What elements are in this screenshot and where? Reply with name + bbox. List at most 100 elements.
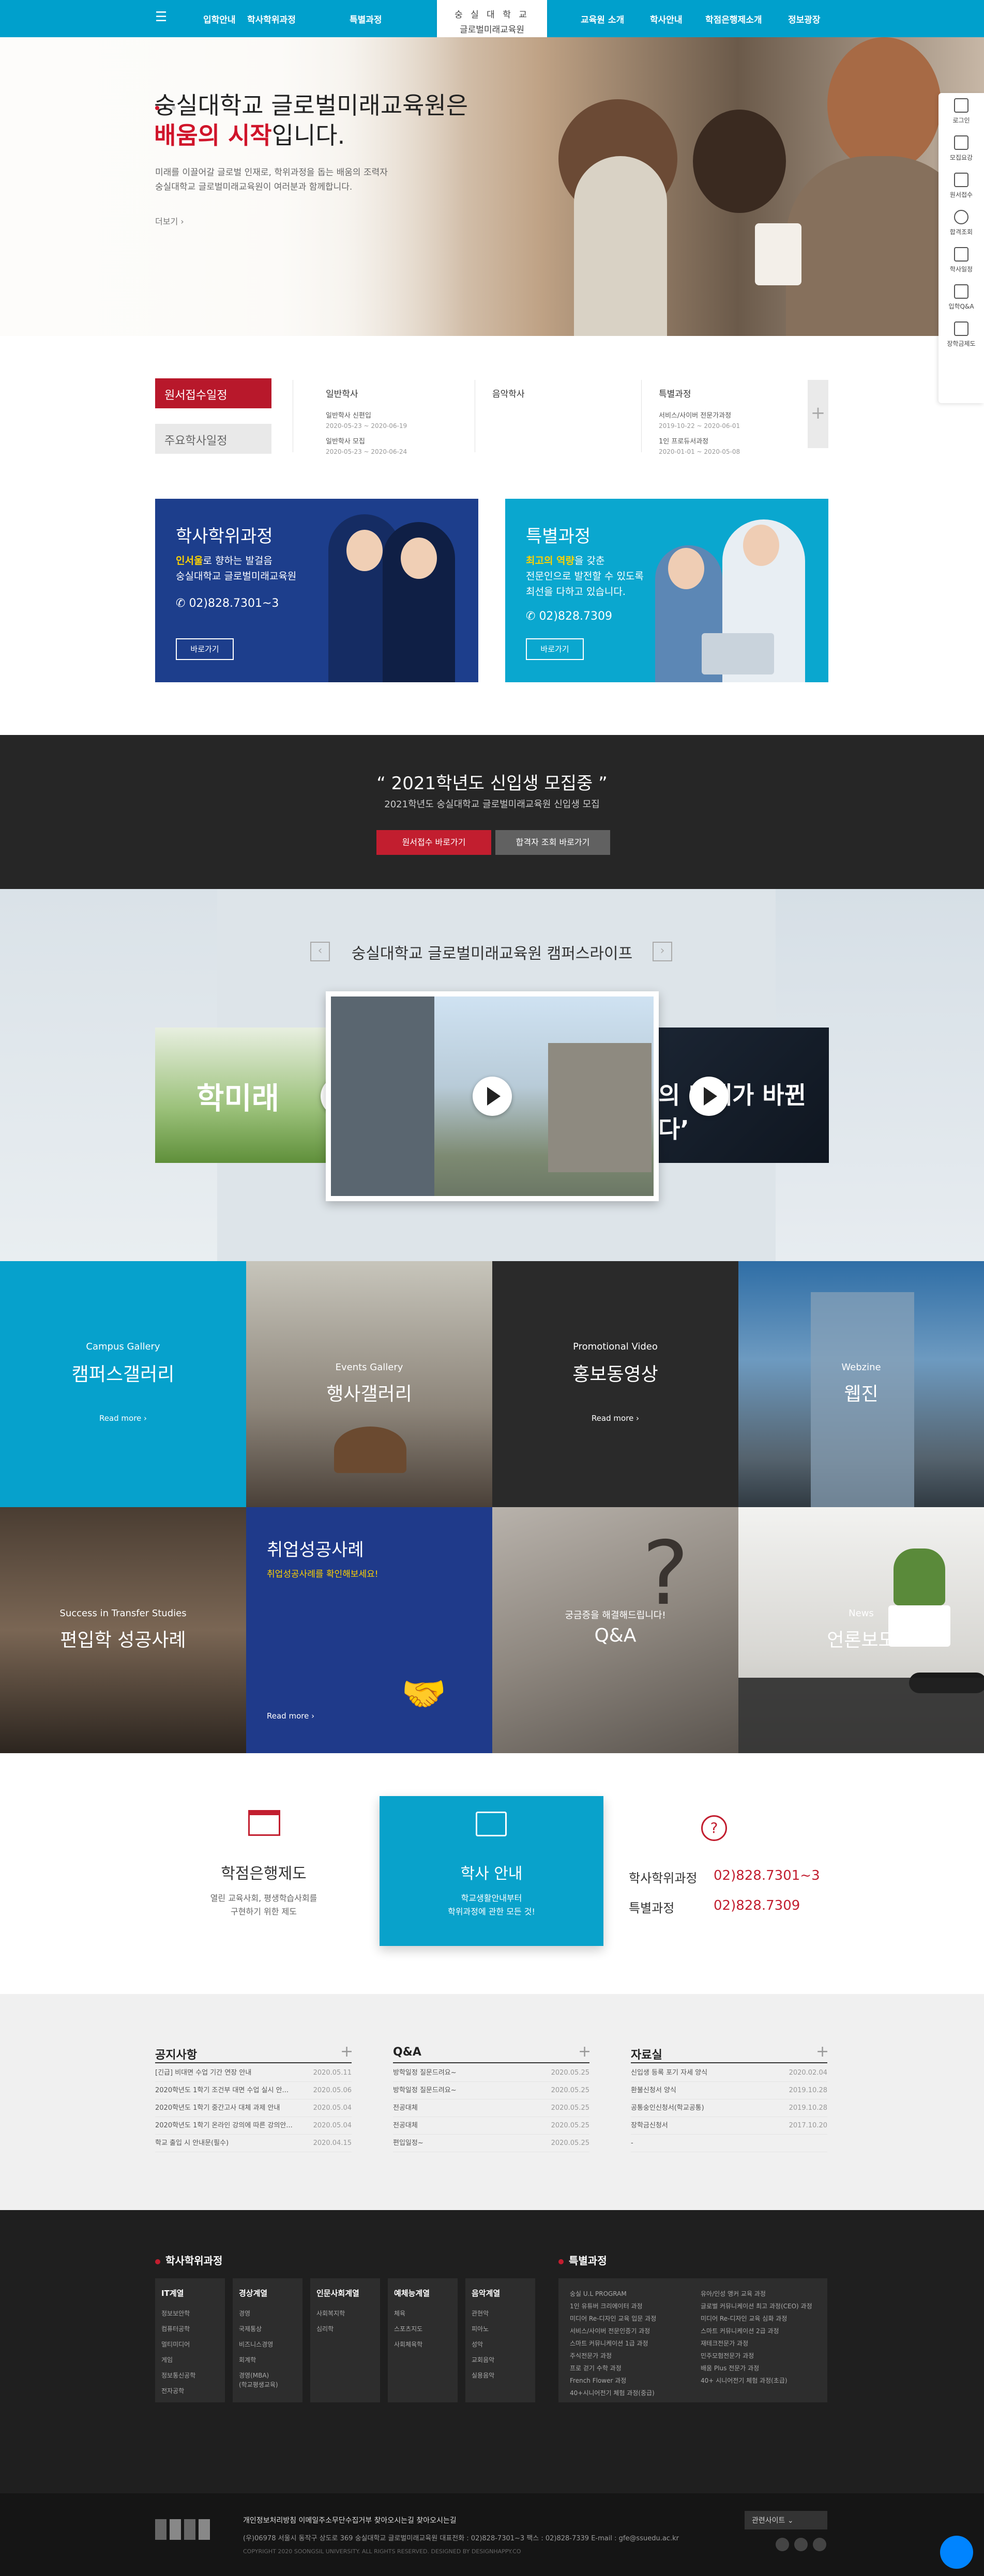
board-row-title[interactable]: [긴급] 비대면 수업 기간 연장 안내 bbox=[155, 2064, 251, 2081]
schedule-item[interactable]: 서비스/사이버 전문가과정 bbox=[659, 411, 804, 421]
tab-academic-schedule[interactable]: 주요학사일정 bbox=[155, 424, 271, 454]
schedule-item[interactable]: 1인 프로듀서과정 bbox=[659, 437, 804, 447]
board-notice-title[interactable]: 공지사항 bbox=[155, 2046, 197, 2062]
tile-webzine[interactable]: Webzine 웹진 bbox=[738, 1261, 984, 1507]
board-row[interactable]: 방학일정 질문드려요~ 2020.05.25 bbox=[393, 2082, 589, 2099]
tile-transfer-success[interactable]: Success in Transfer Studies 편입학 성공사례 bbox=[0, 1507, 246, 1753]
sitemap-link[interactable]: 미디어 Re-디자인 교육 심화 과정 bbox=[701, 2312, 816, 2325]
quick-scholarship[interactable]: 장학금제도 bbox=[938, 316, 984, 354]
card-go-button[interactable]: 바로가기 bbox=[526, 638, 584, 660]
sitemap-link[interactable]: 스마트 커뮤니케이션 1급 과정 bbox=[570, 2337, 685, 2350]
sitemap-link[interactable]: 40+ 시니어전기 체험 과정(초급) bbox=[701, 2374, 816, 2387]
nav-academic-info[interactable]: 학사안내 bbox=[650, 12, 683, 25]
board-row[interactable]: 2020학년도 1학기 조건부 대면 수업 실시 안... 2020.05.06 bbox=[155, 2082, 352, 2099]
card-bachelor-degree[interactable]: 학사학위과정 인서울로 향하는 발걸음 숭실대학교 글로벌미래교육원 ✆ 02)… bbox=[155, 499, 478, 682]
board-row[interactable]: 편입일정~ 2020.05.25 bbox=[393, 2135, 589, 2152]
sitemap-link[interactable]: (학교평생교육) bbox=[239, 2380, 296, 2389]
board-row-title[interactable]: - bbox=[631, 2135, 633, 2152]
blog-icon[interactable] bbox=[794, 2538, 808, 2551]
hamburger-menu-icon[interactable]: ☰ bbox=[155, 9, 171, 27]
sitemap-col-heading[interactable]: 경상계열 bbox=[239, 2288, 296, 2298]
nav-special-course[interactable]: 특별과정 bbox=[350, 12, 382, 25]
tile-promo-video[interactable]: Promotional Video 홍보동영상 Read more › bbox=[492, 1261, 738, 1507]
sitemap-link[interactable]: 미디어 Re-디자인 교육 입문 과정 bbox=[570, 2312, 685, 2325]
sitemap-link[interactable]: 피아노 bbox=[472, 2321, 529, 2337]
schedule-more-button[interactable]: + bbox=[808, 380, 828, 448]
sitemap-col-heading[interactable]: 예체능계열 bbox=[394, 2288, 451, 2298]
sitemap-link[interactable]: 성악 bbox=[472, 2337, 529, 2352]
board-row[interactable]: 방학일정 질문드려요~ 2020.05.25 bbox=[393, 2064, 589, 2082]
nav-about[interactable]: 교육원 소개 bbox=[581, 12, 624, 25]
tile-read-more[interactable]: Read more › bbox=[492, 1414, 738, 1423]
board-row[interactable]: [긴급] 비대면 수업 기간 연장 안내 2020.05.11 bbox=[155, 2064, 352, 2082]
board-row-title[interactable]: 장학금신청서 bbox=[631, 2117, 668, 2134]
board-notice-more-icon[interactable]: + bbox=[340, 2043, 353, 2061]
sitemap-link[interactable]: 실용음악 bbox=[472, 2368, 529, 2383]
tile-events-gallery[interactable]: Events Gallery 행사갤러리 bbox=[246, 1261, 492, 1507]
sitemap-link[interactable]: 1인 유튜버 크리에이터 과정 bbox=[570, 2300, 685, 2312]
nav-credit-bank[interactable]: 학점은행제소개 bbox=[705, 12, 762, 25]
sitemap-link[interactable]: 전자공학 bbox=[161, 2383, 219, 2399]
sitemap-link[interactable]: 서비스/사이버 전문인증기 과정 bbox=[570, 2325, 685, 2337]
board-row-title[interactable]: 방학일정 질문드려요~ bbox=[393, 2064, 457, 2081]
sitemap-link[interactable]: 숭실 U.L PROGRAM bbox=[570, 2288, 685, 2300]
board-row-title[interactable]: 2020학년도 1학기 온라인 강의에 따른 강의안... bbox=[155, 2117, 293, 2134]
board-row[interactable]: 공통숭인신청서(학교공통) 2019.10.28 bbox=[631, 2099, 827, 2117]
academic-guide-card[interactable]: 학사 안내 학교생활안내부터 학위과정에 관한 모든 것! bbox=[380, 1796, 603, 1946]
board-row[interactable]: 환불신청서 양식 2019.10.28 bbox=[631, 2082, 827, 2099]
sitemap-link[interactable]: French Flower 과정 bbox=[570, 2374, 685, 2387]
sitemap-link[interactable]: 경영 bbox=[239, 2306, 296, 2321]
sitemap-col-heading[interactable]: 음악계열 bbox=[472, 2288, 529, 2298]
tab-application-schedule[interactable]: 원서접수일정 bbox=[155, 378, 271, 408]
card-go-button[interactable]: 바로가기 bbox=[176, 638, 234, 660]
play-icon[interactable] bbox=[473, 1077, 512, 1116]
sitemap-link[interactable]: 40+시니어전기 체험 과정(중급) bbox=[570, 2387, 685, 2399]
card-special-course[interactable]: 특별과정 최고의 역량을 갖춘 전문인으로 발전할 수 있도록 최선을 다하고 … bbox=[505, 499, 828, 682]
board-row-title[interactable]: 전공대체 bbox=[393, 2099, 418, 2117]
sitemap-link[interactable]: 국제통상 bbox=[239, 2321, 296, 2337]
tile-campus-gallery[interactable]: Campus Gallery 캠퍼스갤러리 Read more › bbox=[0, 1261, 246, 1507]
board-row-title[interactable]: 방학일정 질문드려요~ bbox=[393, 2082, 457, 2099]
board-row[interactable]: 2020학년도 1학기 온라인 강의에 따른 강의안... 2020.05.04 bbox=[155, 2117, 352, 2135]
sitemap-link[interactable]: 멀티미디어 bbox=[161, 2337, 219, 2352]
schedule-item[interactable]: 일반학사 신편입 bbox=[326, 411, 471, 421]
board-qna-more-icon[interactable]: + bbox=[578, 2043, 591, 2061]
sitemap-link[interactable]: 정보통신공학 bbox=[161, 2368, 219, 2383]
video-thumbnail-center[interactable] bbox=[326, 991, 659, 1201]
check-result-button[interactable]: 합격자 조회 바로가기 bbox=[495, 830, 610, 855]
sitemap-link[interactable]: 비즈니스경영 bbox=[239, 2337, 296, 2352]
quick-schedule[interactable]: 학사일정 bbox=[938, 242, 984, 279]
sitemap-link[interactable]: 스포츠지도 bbox=[394, 2321, 451, 2337]
quick-login[interactable]: 로그인 bbox=[938, 93, 984, 130]
sitemap-link[interactable]: 회계학 bbox=[239, 2352, 296, 2368]
board-row[interactable]: 전공대체 2020.05.25 bbox=[393, 2117, 589, 2135]
sitemap-link[interactable]: 사회복지학 bbox=[316, 2306, 374, 2321]
sitemap-link[interactable]: 배움 Plus 전문가 과정 bbox=[701, 2362, 816, 2374]
tile-press[interactable]: News 언론보도 bbox=[738, 1507, 984, 1753]
family-site-select[interactable]: 관련사이트 ⌄ bbox=[745, 2511, 827, 2529]
board-row-title[interactable]: 환불신청서 양식 bbox=[631, 2082, 676, 2099]
sitemap-link[interactable]: 게임 bbox=[161, 2352, 219, 2368]
board-row-title[interactable]: 신입생 등록 포기 자세 양식 bbox=[631, 2064, 707, 2081]
schedule-item[interactable]: 일반학사 모집 bbox=[326, 437, 471, 447]
board-row-title[interactable]: 공통숭인신청서(학교공통) bbox=[631, 2099, 704, 2117]
board-row-title[interactable]: 학교 출입 시 안내문(필수) bbox=[155, 2135, 229, 2152]
board-row-title[interactable]: 편입일정~ bbox=[393, 2135, 423, 2152]
tile-job-success[interactable]: 취업성공사례 취업성공사례를 확인해보세요! 🤝 Read more › bbox=[246, 1507, 492, 1753]
quick-recruitment[interactable]: 모집요강 bbox=[938, 130, 984, 167]
quick-application[interactable]: 원서접수 bbox=[938, 167, 984, 205]
messenger-chat-icon[interactable] bbox=[940, 2536, 973, 2569]
sitemap-link[interactable]: 사회체육학 bbox=[394, 2337, 451, 2352]
sitemap-link[interactable]: 민주모험전문가 과정 bbox=[701, 2350, 816, 2362]
sitemap-link[interactable]: 스마트 커뮤니케이션 2급 과정 bbox=[701, 2325, 816, 2337]
sitemap-link[interactable]: 유아/인성 앵커 교육 과정 bbox=[701, 2288, 816, 2300]
footer-links[interactable]: 개인정보처리방침 이메일주소무단수집거부 찾아오시는길 찾아오시는길 bbox=[243, 2515, 457, 2525]
board-row[interactable]: 장학금신청서 2017.10.20 bbox=[631, 2117, 827, 2135]
campus-next-arrow[interactable]: › bbox=[653, 942, 672, 961]
nav-info-plaza[interactable]: 정보광장 bbox=[788, 12, 821, 25]
sitemap-link[interactable]: 관현악 bbox=[472, 2306, 529, 2321]
nav-admission[interactable]: 입학안내 bbox=[203, 12, 236, 25]
instagram-icon[interactable] bbox=[776, 2538, 789, 2551]
board-archive-more-icon[interactable]: + bbox=[816, 2043, 829, 2061]
sitemap-link[interactable]: 컴퓨터공학 bbox=[161, 2321, 219, 2337]
